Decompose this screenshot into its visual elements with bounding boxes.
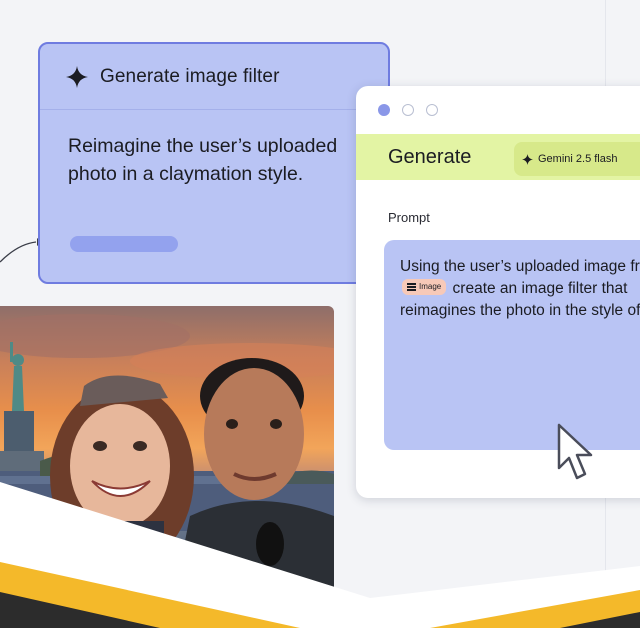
image-reference-chip[interactable]: Image <box>402 279 447 295</box>
window-dot[interactable] <box>426 104 438 116</box>
prompt-text-before: Using the user’s uploaded image from <box>400 258 640 275</box>
generate-image-filter-card[interactable]: Generate image filter Reimagine the user… <box>38 42 390 284</box>
decorative-stripes <box>0 482 640 628</box>
generate-card[interactable]: Generate Gemini 2.5 flash Prompt Using t… <box>356 86 640 498</box>
prompt-label: Prompt <box>388 210 430 225</box>
window-dot-active[interactable] <box>378 104 390 116</box>
sparkle-icon <box>522 153 533 165</box>
image-chip-label: Image <box>419 282 442 291</box>
model-selector-chip[interactable]: Gemini 2.5 flash <box>514 142 640 176</box>
filter-card-header: Generate image filter <box>40 44 388 110</box>
generate-title: Generate <box>388 145 472 168</box>
window-dot[interactable] <box>402 104 414 116</box>
model-chip-label: Gemini 2.5 flash <box>538 153 618 165</box>
sparkle-icon <box>66 65 88 88</box>
filter-card-title: Generate image filter <box>100 65 280 87</box>
window-controls <box>356 86 640 134</box>
filter-card-placeholder-bar <box>70 236 178 252</box>
image-list-icon <box>407 283 416 291</box>
filter-card-description: Reimagine the user’s uploaded photo in a… <box>68 135 338 185</box>
prompt-input[interactable]: Using the user’s uploaded image from Ima… <box>384 240 640 450</box>
